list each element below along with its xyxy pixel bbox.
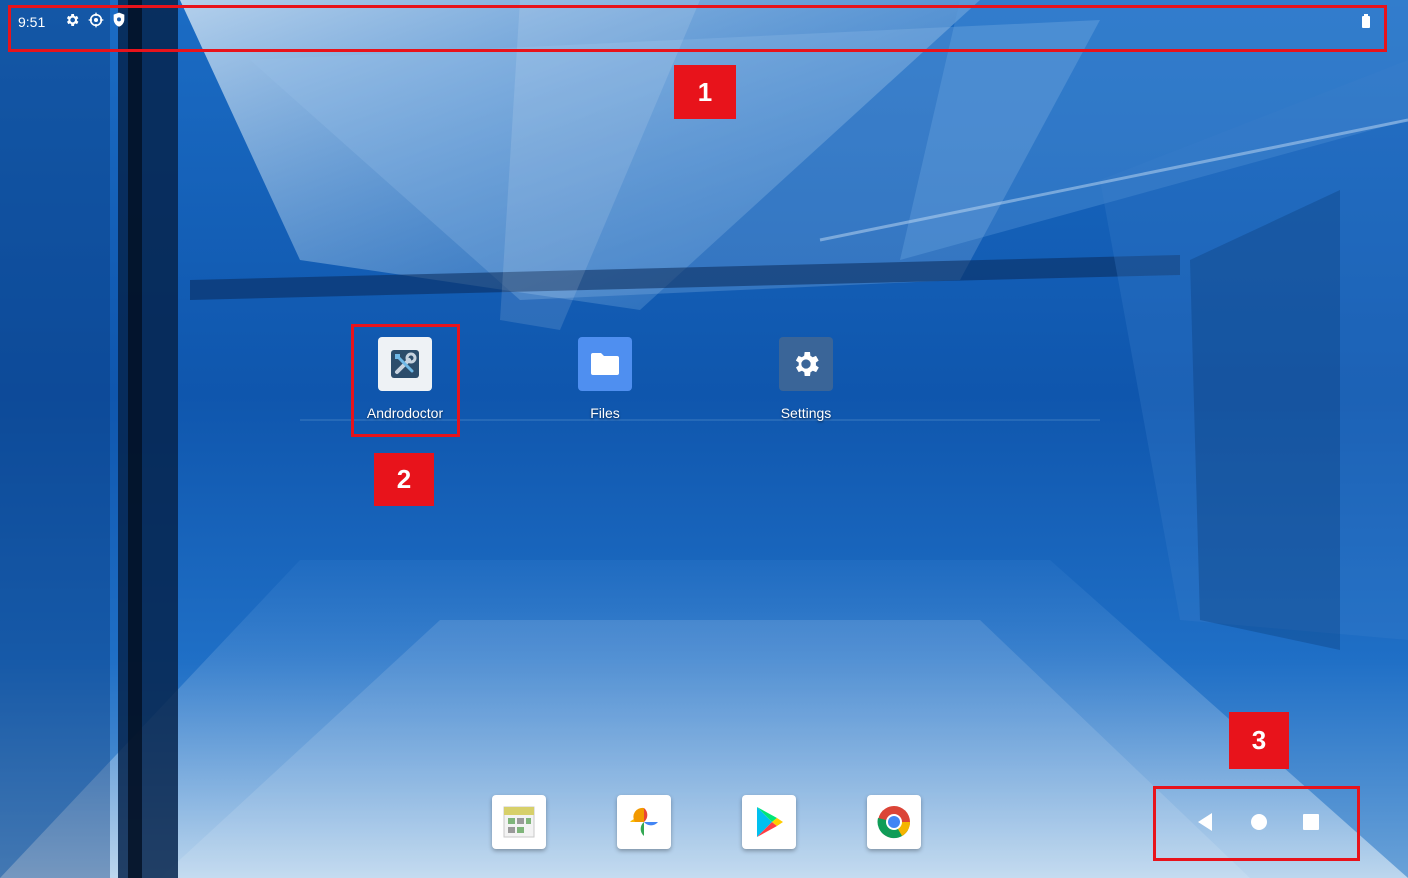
dock-play-store[interactable] <box>742 795 796 849</box>
dock-chrome[interactable] <box>867 795 921 849</box>
settings-gear-icon <box>779 337 833 391</box>
annotation-label-3: 3 <box>1229 712 1289 769</box>
annotation-label-1: 1 <box>674 65 736 119</box>
dock-google-photos[interactable] <box>617 795 671 849</box>
folder-icon <box>578 337 632 391</box>
dock-calendar-app[interactable] <box>492 795 546 849</box>
wallpaper <box>0 0 1408 878</box>
calendar-app-icon <box>503 806 535 838</box>
annotation-box-status-bar <box>8 5 1387 52</box>
google-photos-icon <box>630 807 658 836</box>
annotation-box-nav-bar <box>1153 786 1360 861</box>
play-store-icon <box>757 807 783 837</box>
annotation-box-androdoctor <box>351 324 460 437</box>
chrome-icon <box>877 806 911 839</box>
app-label-settings: Settings <box>780 405 832 421</box>
app-label-files: Files <box>590 405 620 421</box>
app-settings[interactable]: Settings <box>746 337 866 421</box>
app-files[interactable]: Files <box>545 337 665 421</box>
annotation-label-2: 2 <box>374 453 434 506</box>
